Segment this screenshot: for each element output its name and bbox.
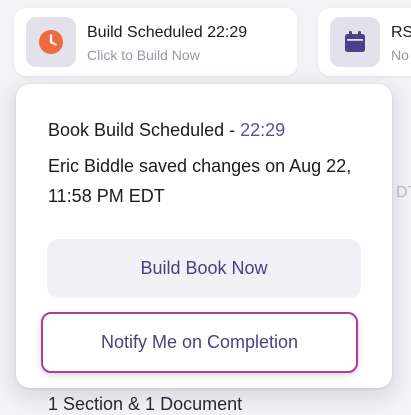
build-book-now-button[interactable]: Build Book Now [47,239,361,298]
rsvp-card[interactable]: RSV No [318,8,411,76]
calendar-icon [345,31,365,52]
build-schedule-popover: Book Build Scheduled - 22:29 Eric Biddle… [16,84,392,388]
popover-message: Eric Biddle saved changes on Aug 22, 11:… [48,156,352,206]
build-card-title: Build Scheduled 22:29 [87,24,248,41]
calendar-icon-tile [330,17,380,67]
section-count-text: 1 Section & 1 Document [48,394,243,414]
clock-icon [39,30,63,54]
background-text-fragment: DT [396,184,411,201]
build-card-subtitle: Click to Build Now [87,47,200,63]
rsvp-card-subtitle: No [391,47,409,63]
popover-title-prefix: Book Build Scheduled - [48,120,241,140]
clock-icon-tile [26,17,76,67]
build-scheduled-card[interactable]: Build Scheduled 22:29 Click to Build Now [14,8,297,76]
popover-scheduled-time: 22:29 [240,120,286,140]
popover-title: Book Build Scheduled - 22:29 [48,120,285,141]
notify-on-completion-button[interactable]: Notify Me on Completion [41,312,358,373]
rsvp-card-title: RSV [391,24,411,41]
